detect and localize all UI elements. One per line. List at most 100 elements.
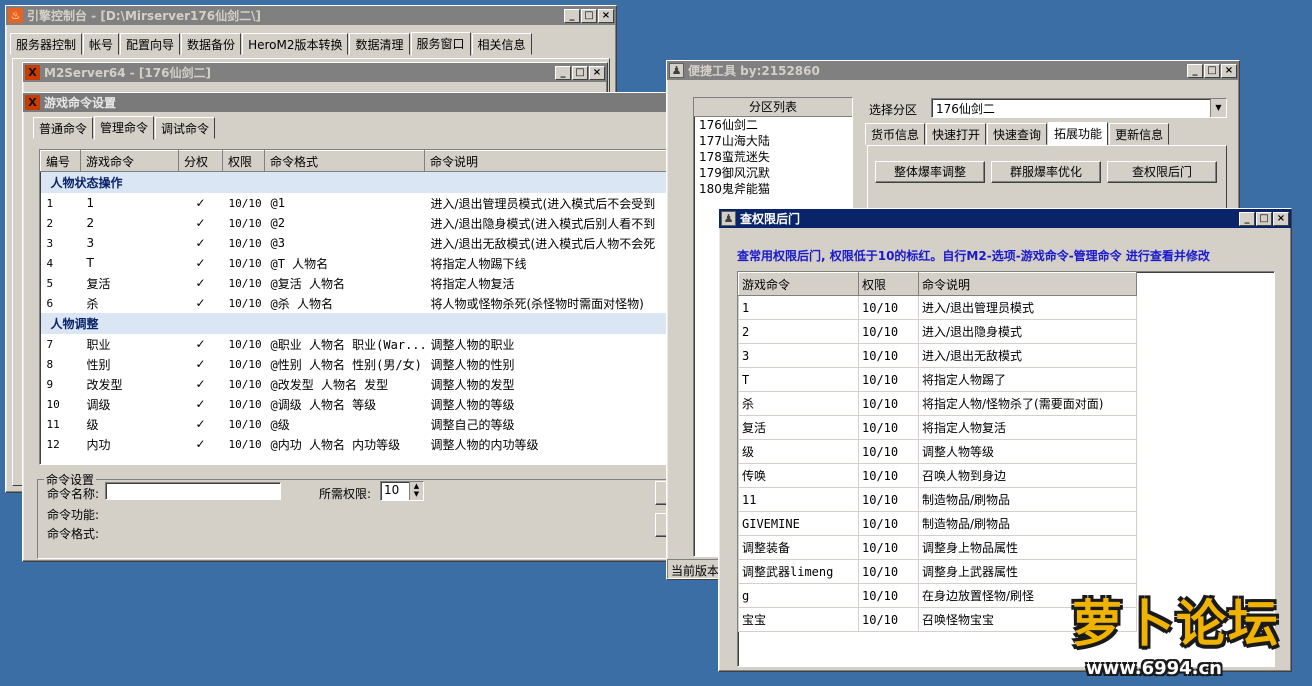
table-cell: 调整人物的内功等级 [430, 437, 539, 452]
minimize-button[interactable]: _ [1187, 63, 1203, 78]
column-header[interactable]: 命令说明 [918, 272, 1137, 296]
table-row[interactable]: 5 复活 ✓ 10/10 @复活 人物名 将指定人物复活 [41, 273, 668, 293]
table-cell: 10/10 [228, 236, 262, 250]
table-cell: 职业 [86, 337, 111, 352]
maximize-button[interactable]: □ [1256, 211, 1272, 226]
column-header[interactable]: 游戏命令 [80, 150, 179, 172]
tab-7[interactable]: 服务窗口 [410, 32, 471, 56]
command-name-input[interactable] [105, 482, 281, 500]
tab-3[interactable]: 配置向导 [120, 33, 181, 55]
tab-1[interactable]: 普通命令 [33, 117, 94, 139]
tab-1[interactable]: 服务器控制 [10, 33, 83, 55]
command-format-label: 命令格式: [47, 527, 100, 541]
table-cell: 进入/退出管理员模式(进入模式后不会受到 [430, 196, 656, 211]
minimize-button[interactable]: _ [555, 65, 571, 80]
table-cell: ✓ [195, 357, 206, 371]
table-cell: @级 [270, 417, 290, 432]
maximize-button[interactable]: □ [1204, 63, 1220, 78]
column-header[interactable]: 游戏命令 [738, 272, 859, 296]
table-cell: 1 [46, 196, 54, 210]
m2server-titlebar[interactable]: X M2Server64 - [176仙剑二] _ □ × [23, 63, 607, 82]
table-row[interactable]: 2 2 ✓ 10/10 @2 进入/退出隐身模式(进入模式后别人看不到 [41, 213, 668, 233]
column-header[interactable]: 命令格式 [264, 150, 425, 172]
table-cell: ✓ [195, 216, 206, 230]
action-button[interactable]: 查权限后门 [1107, 161, 1217, 183]
close-button[interactable]: × [598, 8, 614, 23]
table-cell: 复活 [738, 415, 859, 440]
maximize-button[interactable]: □ [572, 65, 588, 80]
table-row[interactable]: 3 3 ✓ 10/10 @3 进入/退出无敌模式(进入模式后人物不会死 [41, 233, 668, 253]
engine-console-titlebar[interactable]: ♨ 引擎控制台 - [D:\Mirserver176仙剑二\] _ □ × [6, 6, 616, 25]
table-cell: 10/10 [858, 607, 919, 632]
tab-6[interactable]: 数据清理 [349, 33, 410, 55]
partition-item[interactable]: 179御风沉默 [694, 165, 852, 181]
table-row[interactable]: 调整装备 10/10 调整身上物品属性 [738, 535, 1137, 560]
backdoor-titlebar[interactable]: ♟ 查权限后门 _ □ × [719, 209, 1291, 228]
minimize-button[interactable]: _ [564, 8, 580, 23]
partition-item[interactable]: 180鬼斧能猫 [694, 181, 852, 197]
partition-select[interactable]: 176仙剑二 ▼ [931, 98, 1227, 118]
table-cell: 调整人物的性别 [430, 357, 515, 372]
table-row[interactable]: 10 调级 ✓ 10/10 @调级 人物名 等级 调整人物的等级 [41, 394, 668, 414]
table-cell: 将指定人物复活 [430, 276, 515, 291]
table-cell: 10/10 [858, 319, 919, 344]
tab-2[interactable]: 快速打开 [926, 123, 987, 145]
quick-tool-title: 便捷工具 by:2152860 [688, 64, 820, 78]
column-header[interactable]: 编号 [40, 150, 81, 172]
close-button[interactable]: × [589, 65, 605, 80]
table-row[interactable]: 1 10/10 进入/退出管理员模式 [738, 295, 1137, 320]
action-button[interactable]: 群服爆率优化 [991, 161, 1101, 183]
column-header[interactable]: 权限 [222, 150, 265, 172]
table-row[interactable]: 7 职业 ✓ 10/10 @职业 人物名 职业(War... 调整人物的职业 [41, 334, 668, 354]
table-row[interactable]: 4 T ✓ 10/10 @T 人物名 将指定人物踢下线 [41, 253, 668, 273]
column-header[interactable]: 命令说明 [424, 150, 667, 172]
tab-4[interactable]: 数据备份 [181, 33, 242, 55]
chevron-down-icon[interactable]: ▼ [1210, 99, 1226, 117]
maximize-button[interactable]: □ [581, 8, 597, 23]
partition-item[interactable]: 178蛮荒迷失 [694, 149, 852, 165]
table-row[interactable]: 调整武器limeng 10/10 调整身上武器属性 [738, 559, 1137, 584]
table-row[interactable]: 杀 10/10 将指定人物/怪物杀了(需要面对面) [738, 391, 1137, 416]
minimize-button[interactable]: _ [1239, 211, 1255, 226]
table-row[interactable]: T 10/10 将指定人物踢了 [738, 367, 1137, 392]
table-row[interactable]: 级 10/10 调整人物等级 [738, 439, 1137, 464]
tab-5[interactable]: 更新信息 [1109, 123, 1170, 145]
command-settings-titlebar[interactable]: X 游戏命令设置 [23, 93, 667, 112]
table-cell: 10/10 [858, 343, 919, 368]
tab-8[interactable]: 相关信息 [471, 33, 532, 55]
table-cell: 10/10 [858, 415, 919, 440]
action-button[interactable]: 整体爆率调整 [875, 161, 985, 183]
table-row[interactable]: 9 改发型 ✓ 10/10 @改发型 人物名 发型 调整人物的发型 [41, 374, 668, 394]
table-row[interactable]: 12 内功 ✓ 10/10 @内功 人物名 内功等级 调整人物的内功等级 [41, 434, 668, 454]
table-row[interactable]: 11 级 ✓ 10/10 @级 调整自己的等级 [41, 414, 668, 434]
table-row[interactable]: 6 杀 ✓ 10/10 @杀 人物名 将人物或怪物杀死(杀怪物时需面对怪物) [41, 293, 668, 313]
tab-3[interactable]: 调试命令 [155, 117, 216, 139]
table-row[interactable]: 3 10/10 进入/退出无敌模式 [738, 343, 1137, 368]
tab-5[interactable]: HeroM2版本转换 [242, 33, 349, 55]
spinner-arrows-icon[interactable]: ▲ ▼ [409, 482, 423, 500]
table-row[interactable]: 1 1 ✓ 10/10 @1 进入/退出管理员模式(进入模式后不会受到 [41, 193, 668, 213]
table-cell: 将指定人物踢下线 [430, 256, 527, 271]
table-row[interactable]: GIVEMINE 10/10 制造物品/刷物品 [738, 511, 1137, 536]
table-row[interactable]: 传唤 10/10 召唤人物到身边 [738, 463, 1137, 488]
column-header[interactable]: 权限 [858, 272, 919, 296]
partition-item[interactable]: 177山海大陆 [694, 133, 852, 149]
tab-2[interactable]: 帐号 [83, 33, 120, 55]
table-cell: 将人物或怪物杀死(杀怪物时需面对怪物) [430, 296, 644, 311]
tab-2[interactable]: 管理命令 [94, 116, 155, 140]
partition-item[interactable]: 176仙剑二 [694, 117, 852, 133]
quick-tool-titlebar[interactable]: ♟ 便捷工具 by:2152860 _ □ × [667, 61, 1239, 80]
close-button[interactable]: × [1273, 211, 1289, 226]
column-header[interactable]: 分权 [178, 150, 223, 172]
table-row[interactable]: 2 10/10 进入/退出隐身模式 [738, 319, 1137, 344]
command-settings-window: X 游戏命令设置 普通命令 管理命令 调试命令 编号 游戏命令 分权 权限 命令格式 命令说明… [22, 92, 668, 562]
required-permission-stepper[interactable]: 10 ▲ ▼ [380, 481, 424, 501]
tab-1[interactable]: 货币信息 [865, 123, 926, 145]
table-cell: 10/10 [228, 216, 262, 230]
close-button[interactable]: × [1221, 63, 1237, 78]
tab-4[interactable]: 拓展功能 [1048, 122, 1109, 146]
table-row[interactable]: 复活 10/10 将指定人物复活 [738, 415, 1137, 440]
tab-3[interactable]: 快速查询 [987, 123, 1048, 145]
table-row[interactable]: 8 性别 ✓ 10/10 @性别 人物名 性别(男/女) 调整人物的性别 [41, 354, 668, 374]
table-row[interactable]: 11 10/10 制造物品/刷物品 [738, 487, 1137, 512]
